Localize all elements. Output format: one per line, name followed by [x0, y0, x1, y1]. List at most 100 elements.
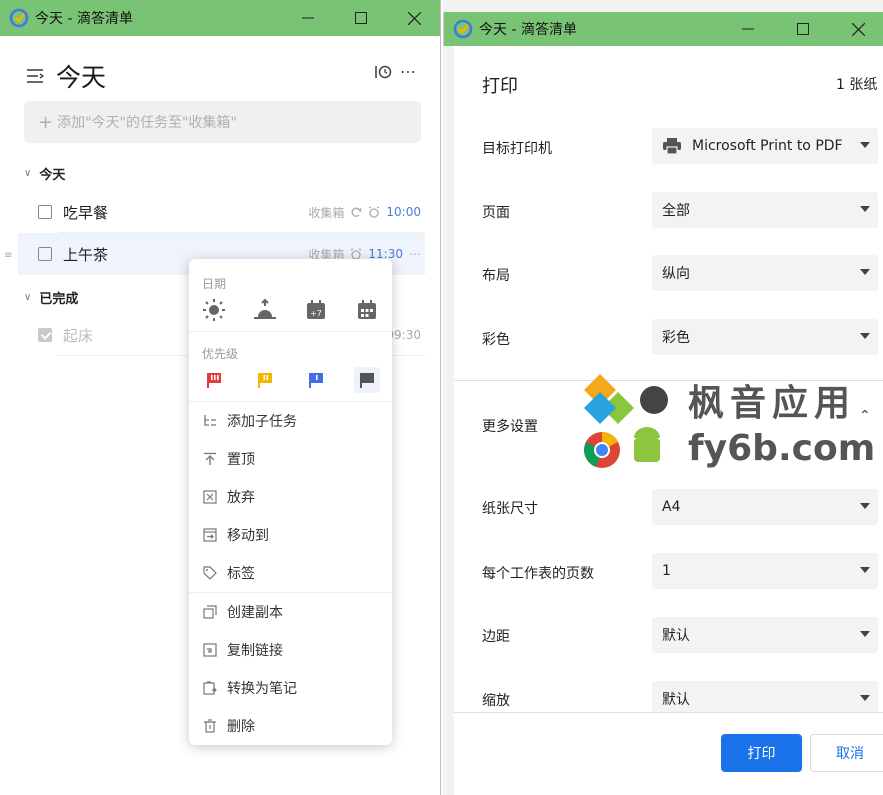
- task-checkbox[interactable]: [38, 247, 52, 261]
- print-button[interactable]: 打印: [721, 734, 802, 772]
- menu-move-to[interactable]: 移动到: [202, 525, 269, 545]
- destination-select[interactable]: Microsoft Print to PDF: [652, 128, 878, 164]
- menu-add-subtask[interactable]: 添加子任务: [202, 411, 297, 431]
- sunrise-icon: [254, 298, 276, 319]
- add-task-input[interactable]: + 添加"今天"的任务至"收集箱": [24, 101, 421, 143]
- dropdown-arrow-icon: [860, 333, 870, 339]
- menu-item-label: 转换为笔记: [227, 681, 297, 697]
- duplicate-icon: [202, 604, 218, 620]
- dropdown-arrow-icon: [860, 206, 870, 212]
- task-context-menu: 日期 +7 优先级 添加子任务 置顶 放弃 移动到 标签 创建副本 复制链接 转…: [189, 259, 392, 745]
- close-button[interactable]: [386, 0, 440, 36]
- close-icon: [851, 22, 865, 36]
- title-bar[interactable]: 今天 - 滴答清单: [443, 12, 883, 46]
- margins-value: 默认: [662, 628, 690, 644]
- maximize-button[interactable]: [775, 12, 831, 46]
- menu-item-label: 标签: [227, 566, 255, 582]
- paper-size-label: 纸张尺寸: [482, 501, 538, 517]
- flag-none-icon: [360, 373, 374, 388]
- pages-select[interactable]: 全部: [652, 192, 878, 228]
- paper-size-value: A4: [662, 499, 681, 515]
- print-settings-panel: 打印 1 张纸 目标打印机 Microsoft Print to PDF 页面 …: [454, 46, 883, 795]
- abandon-icon: [202, 489, 218, 505]
- priority-low-button[interactable]: [303, 367, 329, 393]
- menu-toggle-icon[interactable]: [26, 68, 44, 84]
- task-list-name: 收集箱: [308, 205, 345, 220]
- dida-logo-icon: [453, 19, 473, 39]
- window-title: 今天 - 滴答清单: [479, 22, 577, 38]
- minimize-icon: [302, 17, 314, 19]
- dropdown-arrow-icon: [860, 695, 870, 701]
- task-checkbox-checked[interactable]: [38, 328, 52, 342]
- alarm-icon: [369, 206, 380, 218]
- svg-text:+7: +7: [310, 309, 322, 318]
- close-button[interactable]: [830, 12, 883, 46]
- margins-label: 边距: [482, 629, 510, 645]
- section-today[interactable]: ∨ 今天: [24, 164, 65, 183]
- section-completed-label: 已完成: [39, 292, 79, 307]
- menu-tags[interactable]: 标签: [202, 563, 255, 583]
- margins-select[interactable]: 默认: [652, 617, 878, 653]
- dida-main-window: 今天 - 滴答清单 今天 ⋯ + 添加"今天"的任务至"收集箱" ∨ 今天 吃早…: [0, 0, 441, 795]
- task-row[interactable]: 吃早餐 收集箱 10:00: [18, 191, 425, 233]
- dropdown-arrow-icon: [860, 631, 870, 637]
- menu-convert-to-note[interactable]: 转换为笔记: [202, 678, 297, 698]
- priority-medium-button[interactable]: [252, 367, 278, 393]
- minimize-button[interactable]: [720, 12, 776, 46]
- more-settings-toggle[interactable]: 更多设置: [482, 416, 538, 436]
- print-title: 打印: [482, 76, 518, 97]
- priority-high-button[interactable]: [201, 367, 227, 393]
- priority-none-button[interactable]: [354, 367, 380, 393]
- date-tomorrow-button[interactable]: [252, 297, 278, 323]
- section-completed[interactable]: ∨ 已完成: [24, 288, 78, 307]
- task-more-icon[interactable]: ⋯: [409, 247, 421, 261]
- menu-pin-top[interactable]: 置顶: [202, 449, 255, 469]
- menu-copy-link[interactable]: 复制链接: [202, 640, 283, 660]
- menu-item-label: 移动到: [227, 528, 269, 544]
- history-icon[interactable]: [374, 64, 392, 80]
- color-value: 彩色: [662, 330, 690, 346]
- task-checkbox[interactable]: [38, 205, 52, 219]
- chevron-up-icon[interactable]: ⌃: [859, 408, 871, 424]
- title-bar[interactable]: 今天 - 滴答清单: [0, 0, 440, 36]
- scale-value: 默认: [662, 692, 690, 708]
- dida-logo-icon: [9, 8, 29, 28]
- page-title: 今天: [56, 63, 107, 92]
- menu-item-label: 创建副本: [227, 605, 283, 621]
- menu-abandon[interactable]: 放弃: [202, 487, 255, 507]
- destination-value: Microsoft Print to PDF: [692, 138, 843, 154]
- drag-handle-icon[interactable]: ≡: [4, 250, 12, 261]
- repeat-icon: [351, 207, 362, 217]
- task-time: 10:00: [386, 205, 421, 219]
- note-icon: [202, 680, 218, 696]
- more-options-icon[interactable]: ⋯: [400, 62, 416, 81]
- task-name: 吃早餐: [63, 203, 109, 222]
- date-today-button[interactable]: [201, 297, 227, 323]
- trash-icon: [202, 718, 218, 734]
- subtask-icon: [202, 413, 218, 429]
- pages-per-sheet-select[interactable]: 1: [652, 553, 878, 589]
- color-select[interactable]: 彩色: [652, 319, 878, 355]
- dropdown-arrow-icon: [860, 142, 870, 148]
- cancel-button[interactable]: 取消: [810, 734, 883, 772]
- tag-icon: [202, 565, 218, 581]
- priority-group-label: 优先级: [202, 347, 239, 361]
- task-name: 上午茶: [63, 245, 109, 264]
- minimize-icon: [742, 28, 754, 30]
- window-title: 今天 - 滴答清单: [35, 11, 133, 27]
- menu-duplicate[interactable]: 创建副本: [202, 602, 283, 622]
- chevron-down-icon: ∨: [24, 292, 32, 303]
- header-actions: ⋯: [374, 62, 416, 81]
- pages-per-sheet-value: 1: [662, 563, 671, 579]
- dropdown-arrow-icon: [860, 567, 870, 573]
- add-task-placeholder: 添加"今天"的任务至"收集箱": [57, 115, 237, 131]
- date-next-week-button[interactable]: +7: [303, 297, 329, 323]
- layout-select[interactable]: 纵向: [652, 255, 878, 291]
- plus-icon: +: [38, 111, 54, 133]
- menu-delete[interactable]: 删除: [202, 716, 255, 736]
- minimize-button[interactable]: [280, 0, 336, 36]
- scale-label: 缩放: [482, 693, 510, 709]
- date-custom-button[interactable]: [354, 297, 380, 323]
- maximize-button[interactable]: [333, 0, 389, 36]
- paper-size-select[interactable]: A4: [652, 489, 878, 525]
